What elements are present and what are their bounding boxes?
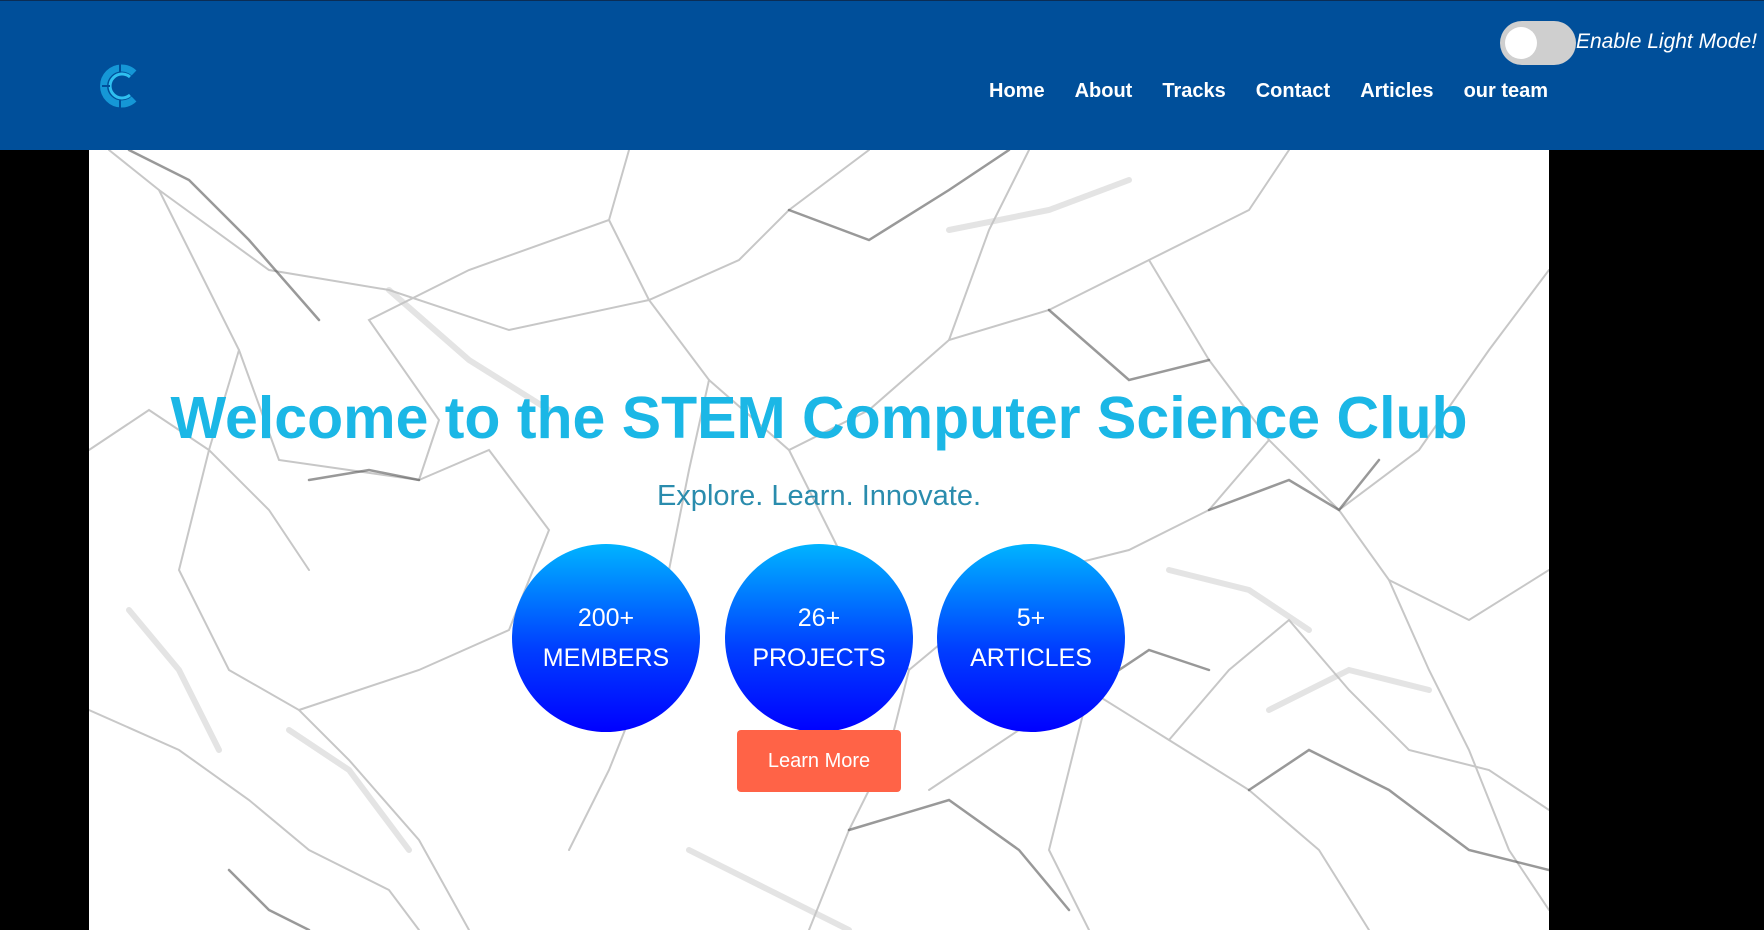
light-mode-toggle[interactable]: [1500, 21, 1576, 65]
learn-more-button[interactable]: Learn More: [737, 730, 901, 792]
stat-label: MEMBERS: [542, 644, 670, 672]
stat-label: PROJECTS: [752, 644, 886, 672]
hero-subtitle: Explore. Learn. Innovate.: [656, 480, 982, 512]
hero-title: Welcome to the STEM Computer Science Clu…: [170, 385, 1468, 451]
stat-label: ARTICLES: [970, 644, 1092, 672]
stat-value: 200+: [577, 604, 635, 632]
stat-value: 26+: [797, 604, 841, 632]
toggle-knob: [1505, 27, 1537, 59]
nav-contact-link[interactable]: Contact: [1256, 80, 1330, 103]
nav-articles-link[interactable]: Articles: [1360, 80, 1433, 103]
stat-value: 5+: [1016, 604, 1046, 632]
network-lines-background: [89, 150, 1549, 930]
members-stat-circle: 200+ MEMBERS: [512, 544, 700, 732]
light-mode-toggle-label[interactable]: Enable Light Mode!: [1576, 30, 1757, 54]
hero-section: Welcome to the STEM Computer Science Clu…: [89, 150, 1549, 930]
nav-our-team-link[interactable]: our team: [1464, 80, 1548, 103]
projects-stat-circle: 26+ PROJECTS: [725, 544, 913, 732]
nav-about-link[interactable]: About: [1075, 80, 1133, 103]
site-header: Enable Light Mode! Home About Tracks Con…: [0, 0, 1764, 150]
nav-tracks-link[interactable]: Tracks: [1162, 80, 1225, 103]
c-logo-icon[interactable]: [98, 61, 142, 111]
nav-home-link[interactable]: Home: [989, 80, 1045, 103]
main-nav: Home About Tracks Contact Articles our t…: [989, 80, 1548, 103]
articles-stat-circle: 5+ ARTICLES: [937, 544, 1125, 732]
